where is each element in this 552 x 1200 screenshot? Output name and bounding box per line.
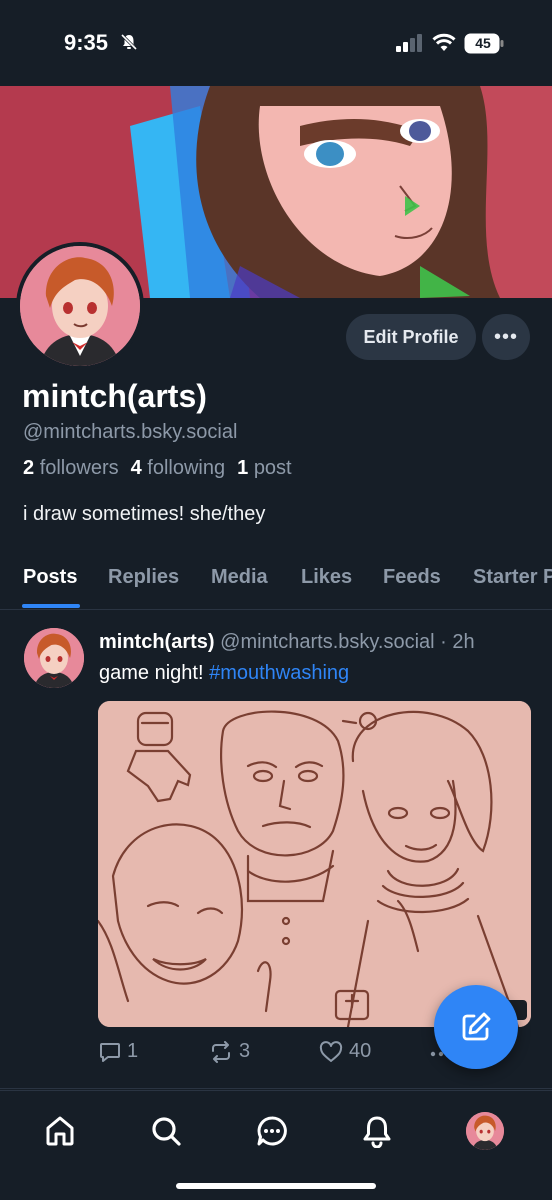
home-icon	[46, 1116, 74, 1146]
followers-label: followers	[39, 457, 119, 479]
tab-starter-packs[interactable]: Starter Packs	[473, 566, 552, 589]
post-author-name[interactable]: mintch(arts)	[99, 631, 215, 653]
post-author-avatar[interactable]	[24, 628, 84, 688]
chat-icon	[257, 1116, 287, 1146]
post-image[interactable]	[98, 701, 531, 1027]
bell-off-icon	[120, 33, 138, 51]
followers-count: 2	[23, 457, 35, 479]
post-text: game night! #mouthwashing	[99, 662, 349, 685]
status-time: 9:35	[64, 30, 109, 55]
repost-action[interactable]: 3	[209, 1040, 250, 1063]
post-time[interactable]: 2h	[452, 631, 474, 653]
posts-label: post	[253, 457, 292, 479]
post-avatar-illustration	[24, 628, 84, 688]
battery-level: 45	[475, 35, 491, 51]
avatar-illustration	[20, 246, 140, 366]
like-action[interactable]: 40	[319, 1040, 371, 1063]
profile-tabs: Posts Replies Media Likes Feeds Starter …	[0, 560, 552, 610]
following-stat[interactable]: 4 following	[131, 457, 226, 480]
tab-replies[interactable]: Replies	[108, 566, 179, 589]
profile-avatar[interactable]	[16, 242, 144, 370]
wifi-icon	[432, 33, 456, 51]
post-illustration	[98, 701, 531, 1027]
bell-icon	[363, 1116, 391, 1148]
repost-count: 3	[239, 1040, 251, 1062]
reply-icon	[100, 1042, 120, 1062]
following-count: 4	[130, 457, 142, 479]
tab-feeds[interactable]: Feeds	[383, 566, 441, 589]
edit-profile-button[interactable]: Edit Profile	[346, 314, 476, 360]
post-header: mintch(arts) @mintcharts.bsky.social · 2…	[99, 631, 475, 654]
post-body: game night!	[99, 662, 210, 684]
nav-home[interactable]	[40, 1111, 80, 1151]
signal-icon	[396, 34, 422, 52]
post-actions: 1 3 40	[99, 1040, 479, 1068]
profile-bio: i draw sometimes! she/they	[23, 503, 266, 525]
status-bar: 9:35 45	[0, 0, 552, 86]
more-options-button[interactable]: •••	[482, 314, 530, 360]
post-author-handle[interactable]: @mintcharts.bsky.social	[220, 631, 434, 653]
tab-posts[interactable]: Posts	[23, 566, 77, 589]
compose-button[interactable]	[434, 985, 518, 1069]
tab-media[interactable]: Media	[211, 566, 268, 589]
followers-stat[interactable]: 2 followers	[23, 457, 119, 480]
nav-avatar-illustration	[466, 1112, 504, 1150]
nav-notifications[interactable]	[357, 1111, 397, 1151]
nav-chat[interactable]	[252, 1111, 292, 1151]
nav-profile-avatar[interactable]	[466, 1112, 504, 1150]
tab-likes[interactable]: Likes	[301, 566, 352, 589]
reply-count: 1	[127, 1040, 139, 1062]
repost-icon	[212, 1040, 230, 1063]
display-name: mintch(arts)	[22, 378, 207, 414]
active-tab-indicator	[22, 604, 80, 608]
posts-stat: 1 post	[237, 457, 292, 480]
compose-icon	[462, 1012, 491, 1041]
post-separator: ·	[440, 631, 447, 653]
heart-icon	[319, 1040, 343, 1062]
profile-stats: 2 followers 4 following 1 post	[23, 457, 292, 480]
search-icon	[152, 1117, 181, 1146]
nav-search[interactable]	[146, 1111, 186, 1151]
like-count: 40	[349, 1040, 372, 1062]
following-label: following	[147, 457, 226, 479]
post-divider	[0, 1088, 552, 1089]
profile-handle: @mintcharts.bsky.social	[23, 421, 238, 443]
bottom-nav	[0, 1090, 552, 1200]
reply-action[interactable]: 1	[99, 1040, 138, 1063]
post-hashtag[interactable]: #mouthwashing	[209, 662, 349, 684]
home-indicator	[176, 1183, 376, 1189]
posts-count: 1	[237, 457, 249, 479]
